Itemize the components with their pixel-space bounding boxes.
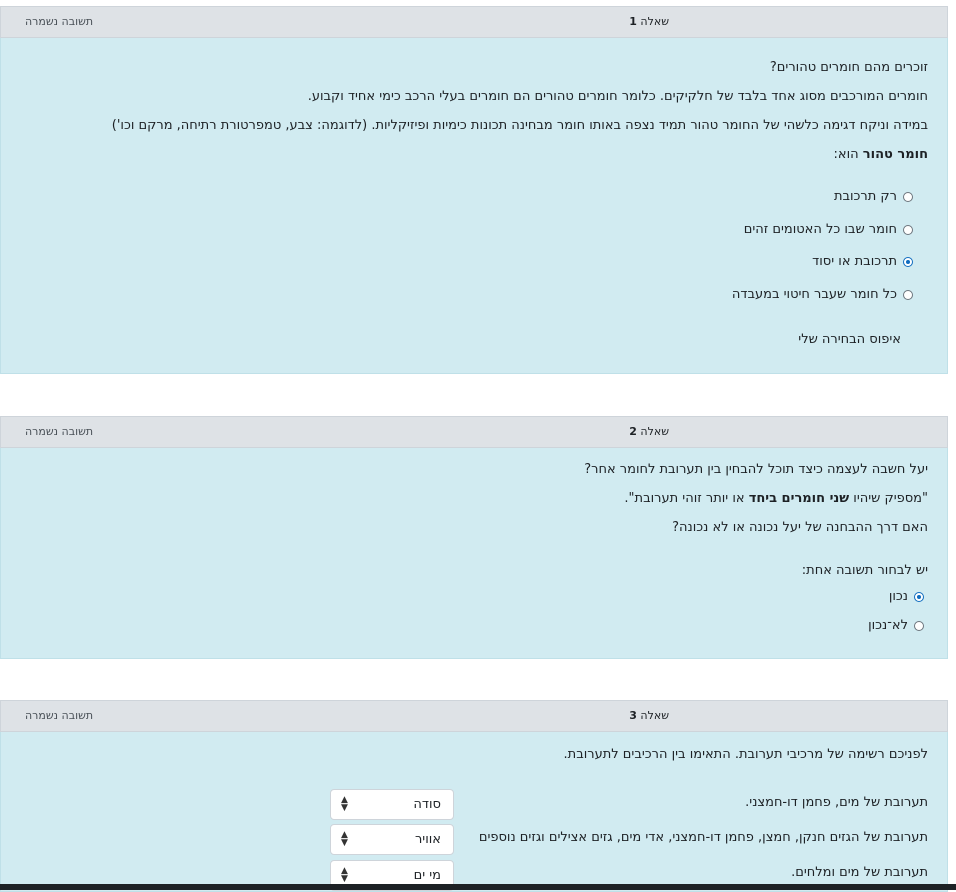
question-text-line: האם דרך ההבחנה של יעל נכונה או לא נכונה?: [672, 520, 928, 535]
question-body: יעל חשבה לעצמה כיצד תוכל להבחין בין תערו…: [0, 448, 948, 659]
question-state: תשובה נשמרה: [25, 425, 94, 438]
question-header: תשובה נשמרה שאלה 3: [0, 700, 948, 732]
match-select[interactable]: סודה ▲ ▼: [330, 789, 454, 820]
question-number: שאלה 3: [629, 709, 669, 722]
bottom-edge-bar: [0, 884, 956, 890]
answer-option[interactable]: לא־נכון: [868, 618, 924, 633]
question-text-line: חומרים המורכבים מסוג אחד בלבד של חלקיקים…: [307, 89, 928, 104]
text-part: או יותר זוהי תערובת".: [624, 491, 749, 506]
question-body: לפניכם רשימה של מרכיבי תערובת. התאימו בי…: [0, 732, 948, 892]
answer-option[interactable]: רק תרכובת: [834, 189, 913, 204]
option-label: רק תרכובת: [833, 189, 897, 204]
answer-option[interactable]: נכון: [889, 589, 924, 604]
question-header: תשובה נשמרה שאלה 1: [0, 6, 948, 38]
option-label: תרכובת או יסוד: [812, 254, 897, 269]
question-prompt: יש לבחור תשובה אחת:: [801, 563, 928, 578]
match-row-text: תערובת של מים ומלחים.: [791, 865, 928, 880]
select-value: סודה: [413, 797, 441, 812]
question-intro: לפניכם רשימה של מרכיבי תערובת. התאימו בי…: [563, 747, 928, 762]
question-body: זוכרים מהם חומרים טהורים? חומרים המורכבי…: [0, 38, 948, 374]
option-label: לא־נכון: [868, 618, 908, 633]
prompt-bold: חומר טהור: [862, 147, 928, 162]
question-number-value: 3: [629, 709, 637, 722]
option-label: כל חומר שעבר חיטוי במעבדה: [731, 287, 897, 302]
radio-button-selected[interactable]: [914, 591, 924, 602]
question-label: שאלה: [640, 15, 669, 28]
match-row-text: תערובת של מים, פחמן דו-חמצני.: [745, 795, 928, 810]
radio-button[interactable]: [903, 191, 913, 202]
match-select[interactable]: אוויר ▲ ▼: [330, 824, 454, 855]
question-state: תשובה נשמרה: [25, 15, 94, 28]
question-number: שאלה 2: [629, 425, 669, 438]
question-prompt: חומר טהור הוא:: [834, 147, 928, 162]
radio-button-selected[interactable]: [903, 256, 913, 267]
sort-arrows-icon: ▲ ▼: [341, 866, 348, 884]
sort-arrows-icon: ▲ ▼: [341, 830, 348, 848]
question-number-value: 1: [629, 15, 637, 28]
question-text-line: יעל חשבה לעצמה כיצד תוכל להבחין בין תערו…: [584, 462, 928, 477]
question-number-value: 2: [629, 425, 637, 438]
prompt-rest: הוא:: [833, 147, 863, 162]
question-label: שאלה: [640, 709, 669, 722]
radio-button[interactable]: [903, 224, 913, 235]
text-part: "מספיק שיהיו: [849, 491, 928, 506]
option-label: חומר שבו כל האטומים זהים: [743, 222, 897, 237]
answer-option[interactable]: חומר שבו כל האטומים זהים: [744, 222, 913, 237]
sort-arrows-icon: ▲ ▼: [341, 795, 348, 813]
question-text-line: במידה וניקח דגימה כלשהי של החומר טהור תמ…: [111, 118, 928, 133]
answer-option[interactable]: תרכובת או יסוד: [812, 254, 913, 269]
question-label: שאלה: [640, 425, 669, 438]
match-row-text: תערובת של הגזים חנקן, חמצן, פחמן דו-חמצנ…: [478, 830, 928, 845]
text-bold: שני חומרים ביחד: [748, 491, 850, 506]
select-value: מי ים: [413, 868, 441, 883]
question-state: תשובה נשמרה: [25, 709, 94, 722]
option-label: נכון: [888, 589, 908, 604]
question-number: שאלה 1: [629, 15, 669, 28]
question-text-line: "מספיק שיהיו שני חומרים ביחד או יותר זוה…: [624, 491, 928, 506]
question-header: תשובה נשמרה שאלה 2: [0, 416, 948, 448]
question-text-line: זוכרים מהם חומרים טהורים?: [769, 60, 928, 75]
answer-option[interactable]: כל חומר שעבר חיטוי במעבדה: [732, 287, 913, 302]
radio-button[interactable]: [903, 289, 913, 300]
reset-choice-link[interactable]: איפוס הבחירה שלי: [798, 332, 901, 347]
radio-button[interactable]: [914, 620, 924, 631]
select-value: אוויר: [414, 832, 441, 847]
